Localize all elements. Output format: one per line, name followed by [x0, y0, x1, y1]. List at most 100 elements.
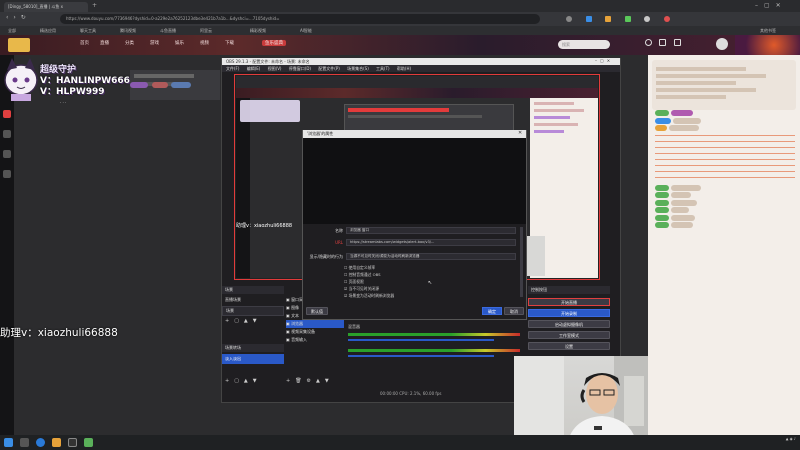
- virtual-camera-button[interactable]: 启动虚拟摄像机: [528, 320, 610, 328]
- settings-button[interactable]: 设置: [528, 342, 610, 350]
- browser-tab-bar: [0, 0, 800, 12]
- nav-item[interactable]: 娱乐: [175, 40, 184, 46]
- browser-tab-active[interactable]: [Dingy_58010]_直播 | 斗鱼 x: [4, 2, 88, 12]
- nav-item[interactable]: 游戏: [150, 40, 159, 46]
- nav-item[interactable]: 视频: [200, 40, 209, 46]
- scene-select[interactable]: 场景: [222, 306, 284, 316]
- bookmark-item[interactable]: 精彩视频: [250, 26, 266, 35]
- dialog-preview-area: [303, 138, 526, 224]
- ok-button[interactable]: 确定: [482, 307, 502, 315]
- obs-menu-item[interactable]: 配置文件(P): [318, 66, 340, 71]
- cancel-button[interactable]: 取消: [504, 307, 524, 315]
- mouse-cursor-icon: ↖: [428, 280, 433, 286]
- obs-menu-item[interactable]: 场景集合(S): [347, 66, 369, 71]
- site-search-input[interactable]: 搜索: [558, 40, 610, 49]
- explorer-icon[interactable]: [52, 438, 61, 447]
- obs-menu-item[interactable]: 工具(T): [376, 66, 390, 71]
- new-tab-icon[interactable]: +: [92, 3, 98, 9]
- overlay-line: V：HANLINPW666: [40, 76, 130, 86]
- chat-message: [655, 125, 795, 133]
- start-icon[interactable]: [4, 438, 13, 447]
- nav-item[interactable]: 首页: [80, 40, 89, 46]
- nav-item-event[interactable]: 鱼乐盛典: [262, 40, 286, 46]
- bookmark-item[interactable]: 精选应用: [40, 26, 56, 35]
- nav-item[interactable]: 下载: [225, 40, 234, 46]
- studio-mode-button[interactable]: 工作室模式: [528, 331, 610, 339]
- obs-taskbar-icon[interactable]: [68, 438, 77, 447]
- audio-mixer: 混音器: [348, 324, 520, 384]
- chat-message: [655, 184, 795, 193]
- bookmark-item[interactable]: 腾讯视频: [120, 26, 136, 35]
- system-tray-clock[interactable]: ▲ ◉ ♪: [740, 437, 796, 449]
- transition-toolbar[interactable]: +▢▲▼: [222, 378, 284, 388]
- wechat-icon[interactable]: [84, 438, 93, 447]
- checkbox-custom-fps[interactable]: ☐ 使用自定义帧率: [344, 264, 514, 271]
- defaults-button[interactable]: 默认值: [306, 307, 328, 315]
- screen: [Dingy_58010]_直播 | 斗鱼 x + –▢✕ ‹›↻ https:…: [0, 0, 800, 450]
- edge-icon[interactable]: [36, 438, 45, 447]
- scenes-dock-header: 场景: [222, 286, 284, 294]
- source-toolbar[interactable]: +🗑⚙▲▼: [286, 378, 346, 388]
- bookmark-item[interactable]: AI智能: [300, 26, 312, 35]
- extension-icons[interactable]: [560, 14, 790, 24]
- scene-item[interactable]: 直播场景: [222, 296, 284, 304]
- start-stream-button[interactable]: 开始直播: [528, 298, 610, 306]
- chat-message-long: [655, 134, 795, 183]
- start-record-button[interactable]: 开始录制: [528, 309, 610, 317]
- event-banner: [735, 35, 800, 55]
- sidebar-icon[interactable]: [3, 150, 11, 158]
- mode-select[interactable]: 当源不可见时关闭/源变为活动时刷新浏览器: [346, 253, 516, 260]
- chat-message: [655, 214, 795, 223]
- nav-arrows-icon[interactable]: ‹›↻: [6, 14, 46, 24]
- bookmark-item[interactable]: 全部: [8, 26, 16, 35]
- taskbar-search-icon[interactable]: [20, 438, 29, 447]
- sidebar-live-icon[interactable]: [3, 110, 11, 118]
- bookmark-item[interactable]: 阿里云: [200, 26, 212, 35]
- dialog-close-icon[interactable]: ✕: [518, 130, 526, 138]
- windows-taskbar: [0, 435, 800, 450]
- obs-menu-item[interactable]: 文件(F): [226, 66, 239, 71]
- chat-message: [655, 207, 795, 215]
- obs-menu-item[interactable]: 视图(V): [268, 66, 282, 71]
- controls-dock: 开始直播 开始录制 启动虚拟摄像机 工作室模式 设置: [528, 298, 610, 358]
- controls-dock-header: 控制按钮: [528, 286, 610, 294]
- volume-slider[interactable]: [348, 355, 495, 357]
- preview-overlay-sticker: [240, 100, 300, 122]
- obs-menu-bar: 文件(F) 编辑(E) 视图(V) 停靠窗口(D) 配置文件(P) 场景集合(S…: [222, 65, 620, 72]
- source-item[interactable]: ▣ 音频输入: [286, 336, 344, 344]
- bookmark-item[interactable]: 聊天工具: [80, 26, 96, 35]
- nav-item[interactable]: 直播: [100, 40, 109, 46]
- obs-title-bar: OBS 29.1.3 - 配置文件: 未命名 - 场景: 未命名: [222, 58, 620, 65]
- bookmark-item[interactable]: 斗鱼直播: [160, 26, 176, 35]
- user-icons[interactable]: [645, 39, 705, 50]
- nav-item[interactable]: 分类: [125, 40, 134, 46]
- obs-window-controls[interactable]: –▢✕: [595, 58, 619, 65]
- assistant-contact-text: 助理v：xiaozhuli66888: [0, 327, 118, 339]
- dialog-scrollbar[interactable]: [520, 227, 523, 297]
- url-field[interactable]: https://streamlabs.com/widgets/alert-box…: [346, 239, 516, 246]
- name-field[interactable]: 浏览器 窗口: [346, 227, 516, 234]
- scene-toolbar[interactable]: +▢▲▼: [222, 318, 284, 328]
- window-controls[interactable]: –▢✕: [755, 2, 795, 10]
- url-label: URL: [335, 240, 343, 245]
- chat-rank-list: [656, 64, 792, 104]
- avatar[interactable]: [716, 38, 728, 50]
- transition-select[interactable]: 淡入淡出: [222, 354, 284, 364]
- obs-menu-item[interactable]: 停靠窗口(D): [289, 66, 311, 71]
- obs-menu-item[interactable]: 帮助(H): [397, 66, 411, 71]
- checkbox-audio-control[interactable]: ☐ 控制音频通过 OBS: [344, 271, 514, 278]
- sidebar-icon[interactable]: [3, 130, 11, 138]
- sidebar-icon[interactable]: [3, 170, 11, 178]
- mascot-sticker: [2, 56, 40, 102]
- source-item[interactable]: ▣ 视频采集设备: [286, 328, 344, 336]
- chat-message: [655, 117, 795, 126]
- checkbox-refresh-active[interactable]: ☑ 场景变为活动时刷新浏览器: [344, 292, 514, 299]
- url-input[interactable]: https://www.douyu.com/7736946?dyshid=0-a…: [60, 14, 540, 24]
- site-logo[interactable]: [8, 38, 30, 52]
- overlay-title: 超级守护: [40, 65, 77, 75]
- source-item-selected[interactable]: ▣ 浏览器: [286, 320, 344, 328]
- obs-menu-item[interactable]: 编辑(E): [247, 66, 261, 71]
- checkbox-shutdown-hidden[interactable]: ☑ 当不可见时关闭源: [344, 285, 514, 292]
- volume-slider[interactable]: [348, 339, 495, 341]
- bookmark-item[interactable]: 其他书签: [760, 26, 776, 35]
